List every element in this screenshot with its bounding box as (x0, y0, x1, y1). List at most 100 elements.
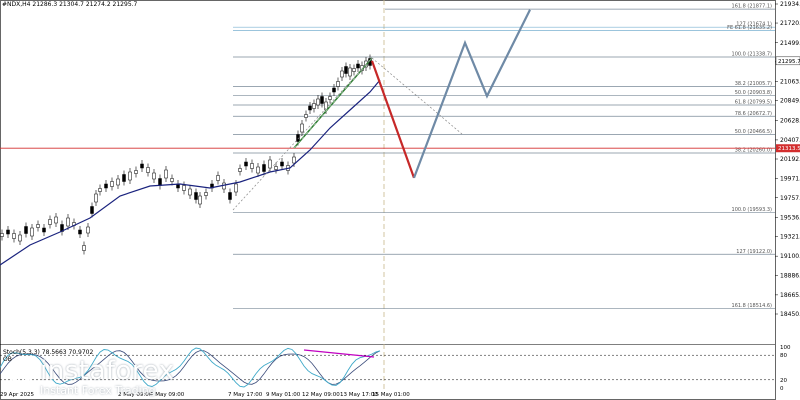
red-level-tag-text: 21313.5 (778, 146, 800, 152)
stoch-level-label: 0 (780, 386, 784, 392)
candle-body (300, 123, 304, 133)
fib-level-label: 61.8 (20799.5) (735, 99, 772, 105)
y-tick-label: 19100.5 (780, 253, 800, 260)
y-tick-label: 21934.5 (780, 1, 800, 8)
candle-body (308, 105, 312, 111)
instaforex-tagline: Instant Forex Trading (40, 384, 156, 397)
y-tick-label: 20628.0 (780, 117, 800, 124)
candle-body (204, 192, 208, 196)
candle-body (48, 219, 52, 225)
candle-body (228, 192, 232, 200)
fib-level-label: 38.2 (21005.7) (735, 81, 772, 87)
candle-body (188, 188, 192, 196)
y-tick-label: 20192.5 (780, 156, 800, 163)
candle-body (250, 163, 254, 169)
candle-body (158, 178, 162, 186)
y-tick-label: 21720.5 (780, 20, 800, 27)
candle-body (256, 166, 260, 174)
x-axis-label: 29 Apr 2025 (0, 392, 35, 398)
candle-body (12, 233, 16, 239)
stoch-level-label: 20 (780, 378, 787, 384)
candle-body (164, 169, 168, 179)
symbol-info: #NDX,H4 21286.3 21304.7 21274.2 21295.7 (2, 1, 138, 8)
fib-level-label: 100.0 (21338.7) (732, 52, 773, 58)
candle-body (238, 168, 242, 172)
candle-body (86, 226, 90, 234)
candle-body (146, 167, 150, 173)
candle-body (316, 98, 320, 106)
candle-body (356, 63, 360, 69)
candle-body (66, 217, 70, 227)
candle-body (104, 183, 108, 189)
y-tick-label: 19971.5 (780, 176, 800, 183)
candle-body (98, 188, 102, 192)
stoch-level-label: 80 (780, 353, 787, 359)
y-tick-label: 18886.0 (780, 272, 800, 279)
fib-base-line (232, 57, 373, 211)
candle-body (348, 67, 352, 77)
y-tick-label: 19321.5 (780, 234, 800, 241)
instaforex-logo-text: instaforex (40, 356, 175, 386)
candle-body (280, 161, 284, 167)
stoch-divergence-line (303, 349, 375, 358)
candle-body (54, 216, 58, 224)
fib-level-label: 127 (19122.0) (736, 249, 772, 255)
fib-level-label: 78.6 (20672.7) (735, 111, 772, 117)
candle-body (198, 195, 202, 205)
candle-body (128, 171, 132, 181)
instaforex-logo: instaforex (8, 356, 174, 386)
fib-level-label: 161.8 (21877.1) (732, 4, 773, 10)
candle-body (6, 229, 10, 235)
stoch-level-label: 100 (780, 345, 791, 351)
candle-body (244, 161, 248, 167)
price-chart[interactable]: 21934.521720.521499.021284.021063.520849… (0, 0, 800, 400)
candle-body (116, 178, 120, 186)
candle-body (0, 233, 4, 237)
instaforex-logo-icon (8, 358, 34, 384)
chart-frame (0, 0, 776, 400)
x-axis-label: 12 May 09:00 (302, 392, 340, 398)
candle-body (352, 68, 356, 72)
candle-body (304, 114, 308, 118)
candle-body (110, 181, 114, 187)
y-tick-label: 20407.0 (780, 137, 800, 144)
y-tick-label: 21063.5 (780, 79, 800, 86)
candle-body (194, 192, 198, 200)
candle-body (262, 164, 266, 172)
candle-body (152, 172, 156, 180)
y-tick-label: 19757.0 (780, 195, 800, 202)
candle-body (340, 70, 344, 78)
candle-body (312, 103, 316, 109)
fib-level-label: 50.0 (20466.5) (735, 129, 772, 135)
stochastic-label: Stoch(5,3,3) 78.5663 70.9702 (3, 349, 94, 356)
candle-body (344, 66, 348, 74)
candle-body (42, 227, 46, 233)
candle-body (332, 87, 336, 93)
candle-body (216, 175, 220, 181)
candle-body (140, 163, 144, 169)
candle-body (18, 234, 22, 242)
candle-body (336, 81, 340, 87)
candle-body (328, 96, 332, 100)
candle-body (182, 185, 186, 191)
candle-body (90, 206, 94, 214)
x-axis-label: 9 May 01:00 (266, 392, 301, 398)
candle-body (274, 166, 278, 170)
fib-level-label: FE 61.8 (21635.2) (727, 25, 772, 31)
y-tick-label: 18665.5 (780, 292, 800, 299)
candle-body (234, 183, 238, 193)
y-tick-label: 19536.0 (780, 214, 800, 221)
projection-red-line (370, 60, 416, 179)
fib-level-label: 100.0 (19593.3) (732, 207, 773, 213)
moving-average-line (0, 79, 381, 266)
candle-body (320, 96, 324, 104)
y-tick-label: 20849.0 (780, 98, 800, 105)
candle-body (134, 170, 138, 174)
y-tick-label: 18450.5 (780, 311, 800, 318)
fib-level-label: 50.0 (20903.8) (735, 90, 772, 96)
candle-body (24, 226, 28, 234)
candle-body (78, 229, 82, 235)
candle-body (30, 227, 34, 237)
candle-body (94, 193, 98, 203)
candle-body (170, 178, 174, 182)
